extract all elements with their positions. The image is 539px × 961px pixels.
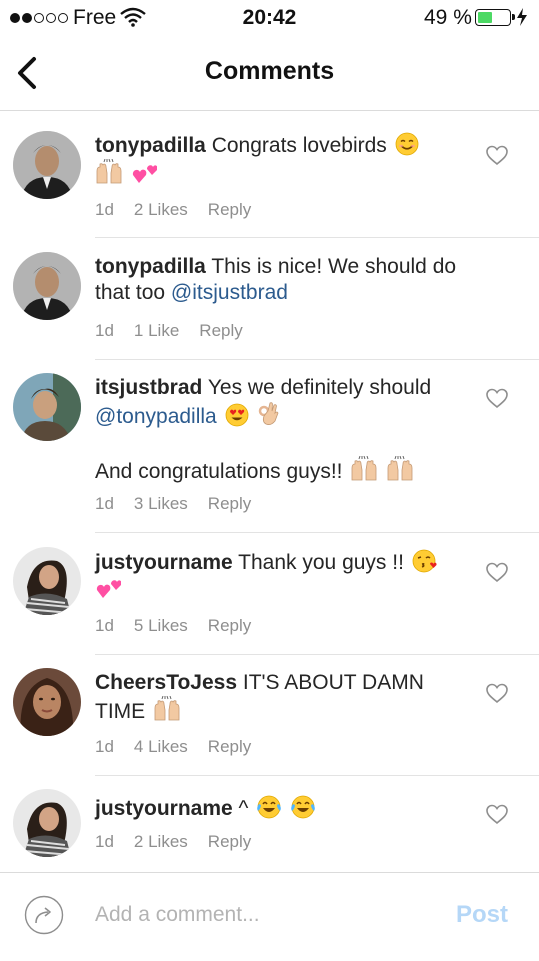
comment-likes[interactable]: 2 Likes (134, 832, 188, 852)
comment-likes[interactable]: 4 Likes (134, 737, 188, 757)
reply-button[interactable]: Reply (208, 200, 251, 220)
comment-body: Thank you guys !! (238, 551, 404, 574)
comment-time: 1d (95, 616, 114, 635)
avatar[interactable] (13, 252, 81, 320)
heart-eyes-emoji-icon (225, 403, 249, 427)
comment-text: tonypadilla This is nice! We should do t… (95, 254, 465, 306)
raising-hands-emoji-icon (386, 456, 414, 482)
comment-item: tonypadilla This is nice! We should do t… (0, 239, 539, 360)
comment-meta: 1d 2 Likes Reply (95, 200, 251, 220)
comment-meta: 1d 3 Likes Reply (95, 494, 251, 514)
mention-link[interactable]: @itsjustbrad (171, 281, 288, 304)
raising-hands-emoji-icon (153, 696, 181, 722)
battery-percent: 49 % (424, 6, 472, 29)
comment-item: justyourname Thank you guys !! 1d 5 Like… (0, 534, 539, 655)
comment-body: Congrats lovebirds (211, 134, 387, 157)
heart-outline-icon[interactable] (485, 561, 509, 583)
comment-body: Yes we definitely should (207, 376, 432, 399)
comment-input[interactable]: Add a comment... (95, 903, 260, 927)
battery-icon (475, 9, 515, 26)
comment-time: 1d (95, 832, 114, 851)
comment-text: justyourname Thank you guys !! (95, 549, 465, 603)
comment-text: itsjustbrad Yes we definitely should @to… (95, 375, 465, 485)
reply-button[interactable]: Reply (199, 321, 242, 341)
comment-username[interactable]: CheersToJess (95, 671, 237, 694)
comment-text: justyourname ^ (95, 795, 465, 822)
comment-meta: 1d 1 Like Reply (95, 321, 243, 341)
comment-username[interactable]: itsjustbrad (95, 376, 202, 399)
divider (95, 532, 539, 533)
heart-outline-icon[interactable] (485, 682, 509, 704)
comment-item: tonypadilla Congrats lovebirds 1d 2 Like… (0, 111, 539, 238)
comment-likes[interactable]: 5 Likes (134, 616, 188, 636)
reply-button[interactable]: Reply (208, 494, 251, 514)
avatar[interactable] (13, 789, 81, 857)
comment-likes[interactable]: 3 Likes (134, 494, 188, 514)
comment-username[interactable]: justyourname (95, 797, 233, 820)
tears-of-joy-emoji-icon (290, 795, 316, 819)
heart-outline-icon[interactable] (485, 803, 509, 825)
reply-button[interactable]: Reply (208, 737, 251, 757)
comment-body: ^ (238, 797, 249, 820)
comment-username[interactable]: tonypadilla (95, 134, 206, 157)
ok-hand-emoji-icon (256, 401, 280, 427)
status-bar: Free 20:42 49 % (0, 0, 539, 38)
comment-time: 1d (95, 494, 114, 513)
reply-button[interactable]: Reply (208, 616, 251, 636)
comment-meta: 1d 2 Likes Reply (95, 832, 251, 852)
comment-body-second-line: And congratulations guys!! (95, 460, 343, 483)
raising-hands-emoji-icon (95, 159, 123, 185)
heart-outline-icon[interactable] (485, 144, 509, 166)
face-blowing-kiss-emoji-icon (412, 549, 438, 573)
comment-item: justyourname ^ 1d 2 Likes Reply (0, 776, 539, 871)
avatar[interactable] (13, 668, 81, 736)
comment-meta: 1d 5 Likes Reply (95, 616, 251, 636)
comment-time: 1d (95, 321, 114, 340)
avatar[interactable] (13, 373, 81, 441)
comment-username[interactable]: tonypadilla (95, 255, 206, 278)
avatar[interactable] (13, 547, 81, 615)
heart-outline-icon[interactable] (485, 387, 509, 409)
mention-link[interactable]: @tonypadilla (95, 405, 217, 428)
raising-hands-emoji-icon (350, 456, 378, 482)
comment-likes[interactable]: 1 Like (134, 321, 179, 341)
smiling-face-emoji-icon (395, 132, 419, 156)
page-title: Comments (204, 57, 335, 85)
comment-composer: Add a comment... Post (0, 872, 539, 961)
comment-item: itsjustbrad Yes we definitely should @to… (0, 360, 539, 533)
charging-bolt-icon (517, 8, 527, 26)
tears-of-joy-emoji-icon (256, 795, 282, 819)
comment-time: 1d (95, 737, 114, 756)
comment-username[interactable]: justyourname (95, 551, 233, 574)
comment-time: 1d (95, 200, 114, 219)
comment-item: CheersToJess IT'S ABOUT DAMN TIME 1d 4 L… (0, 655, 539, 776)
two-hearts-emoji-icon (131, 161, 157, 185)
divider (95, 237, 539, 238)
two-hearts-emoji-icon (95, 576, 121, 600)
comment-text: CheersToJess IT'S ABOUT DAMN TIME (95, 670, 465, 725)
nav-header: Comments (0, 38, 539, 111)
avatar[interactable] (13, 131, 81, 199)
comment-text: tonypadilla Congrats lovebirds (95, 132, 465, 188)
comment-likes[interactable]: 2 Likes (134, 200, 188, 220)
comment-meta: 1d 4 Likes Reply (95, 737, 251, 757)
reply-button[interactable]: Reply (208, 832, 251, 852)
share-arrow-icon[interactable] (24, 895, 64, 935)
post-button[interactable]: Post (456, 901, 508, 929)
